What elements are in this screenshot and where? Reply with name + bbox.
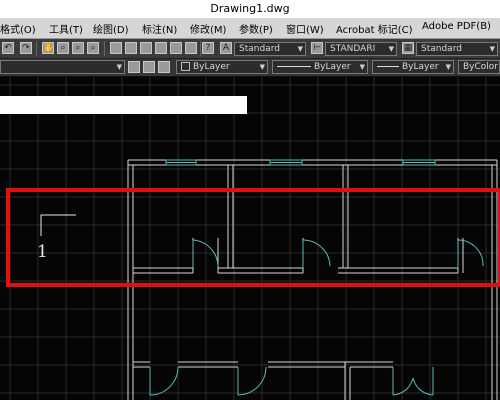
properties-icon[interactable] (110, 42, 122, 54)
help-icon[interactable]: ? (202, 42, 214, 54)
tool-palettes-icon[interactable] (140, 42, 152, 54)
menu-format[interactable]: 格式(O) (0, 21, 36, 36)
toolbar-separator (36, 41, 37, 56)
chevron-down-icon: ▼ (297, 45, 303, 53)
menu-parameters[interactable]: 参数(P) (239, 21, 273, 36)
zoom-window-icon[interactable]: ⌕ (72, 42, 84, 54)
undo-icon[interactable]: ↶ (2, 42, 14, 54)
chevron-down-icon: ▼ (359, 63, 365, 71)
dim-style-value: STANDARI (330, 44, 376, 54)
sheet-set-icon[interactable] (155, 42, 167, 54)
color-select[interactable]: ByLayer ▼ (176, 60, 268, 74)
dim-style-icon[interactable]: ⊢ (311, 42, 323, 54)
redo-icon[interactable]: ↷ (20, 42, 32, 54)
layer-manager-icon[interactable] (158, 61, 170, 73)
linetype-select[interactable]: ByLayer ▼ (272, 60, 368, 74)
dim-style-select[interactable]: STANDARI ▼ (325, 42, 397, 56)
floor-plan-canvas[interactable] (0, 77, 500, 400)
properties-toolbar: ▼ ByLayer ▼ ByLayer ▼ ByLayer ▼ ByColor (0, 59, 500, 77)
drawing-grid (0, 77, 500, 400)
lineweight-value: ByLayer (402, 62, 439, 72)
menu-tools[interactable]: 工具(T) (49, 21, 83, 36)
table-style-value: Standard (421, 44, 462, 54)
menu-bar: 格式(O) 工具(T) 绘图(D) 标注(N) 修改(M) 参数(P) 窗口(W… (0, 18, 500, 39)
calculator-icon[interactable] (185, 42, 197, 54)
menu-window[interactable]: 窗口(W) (286, 21, 324, 36)
color-value: ByLayer (193, 62, 230, 72)
make-current-layer-icon[interactable] (143, 61, 155, 73)
text-style-value: Standard (239, 44, 280, 54)
design-center-icon[interactable] (125, 42, 137, 54)
highlight-box (6, 188, 500, 287)
drawing-area[interactable]: 1 (0, 77, 500, 400)
menu-acrobat-markup[interactable]: Acrobat 标记(C) (336, 21, 413, 36)
markup-icon[interactable] (170, 42, 182, 54)
text-style-select[interactable]: Standard ▼ (234, 42, 306, 56)
menu-dimension[interactable]: 标注(N) (142, 21, 177, 36)
pan-icon[interactable]: ✋ (42, 42, 54, 54)
chevron-down-icon: ▼ (489, 45, 495, 53)
floor-plan-doors (149, 239, 484, 396)
plot-style-select[interactable]: ByColor (458, 60, 500, 74)
toolbar-separator (104, 41, 105, 56)
window-title: Drawing1.dwg (210, 2, 290, 15)
menu-modify[interactable]: 修改(M) (190, 21, 226, 36)
table-style-icon[interactable]: ▦ (402, 42, 414, 54)
floor-plan-walls (127, 159, 498, 400)
lineweight-preview (377, 66, 399, 67)
color-swatch-icon (181, 62, 190, 71)
toolbar-separator (200, 41, 201, 56)
command-input[interactable] (0, 96, 247, 114)
annotation-text: 1 (37, 242, 48, 262)
lineweight-select[interactable]: ByLayer ▼ (372, 60, 454, 74)
chevron-down-icon: ▼ (445, 63, 451, 71)
zoom-realtime-icon[interactable]: ⌕ (57, 42, 69, 54)
text-style-icon[interactable]: A (220, 42, 232, 54)
chevron-down-icon: ▼ (116, 63, 122, 71)
linetype-preview (277, 66, 311, 67)
menu-draw[interactable]: 绘图(D) (93, 21, 129, 36)
plot-style-value: ByColor (463, 62, 498, 72)
linetype-value: ByLayer (314, 62, 351, 72)
chevron-down-icon: ▼ (259, 63, 265, 71)
chevron-down-icon: ▼ (388, 45, 394, 53)
zoom-previous-icon[interactable]: ⌕ (87, 42, 99, 54)
layer-select[interactable]: ▼ (0, 60, 125, 74)
layer-previous-icon[interactable] (128, 61, 140, 73)
title-bar: Drawing1.dwg (0, 0, 500, 18)
table-style-select[interactable]: Standard ▼ (416, 42, 498, 56)
standard-toolbar: ↶ ↷ ✋ ⌕ ⌕ ⌕ ? A Standard ▼ ⊢ STANDARI ▼ ▦ … (0, 39, 500, 59)
menu-adobe-pdf[interactable]: Adobe PDF(B) (422, 21, 491, 32)
